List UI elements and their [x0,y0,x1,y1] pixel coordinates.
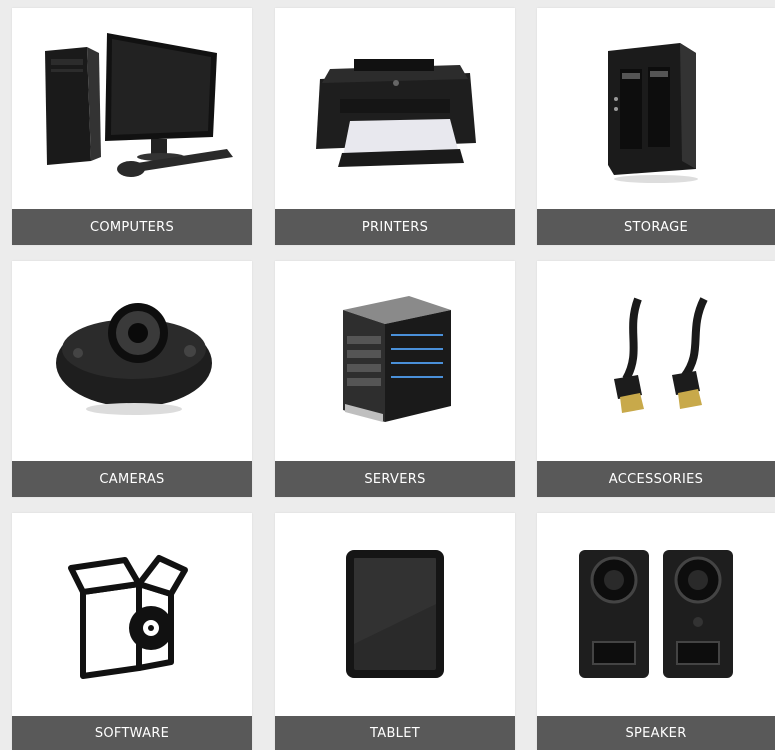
printer-icon [275,8,515,209]
category-tile-tablet[interactable]: TABLET [275,513,515,750]
category-label: ACCESSORIES [537,461,775,497]
desktop-computer-icon [12,8,252,209]
category-grid: COMPUTERS PRINTERS STORAGE CAMERAS SERVE… [0,0,775,750]
category-label: SOFTWARE [12,716,252,750]
category-tile-storage[interactable]: STORAGE [537,8,775,245]
category-label: SERVERS [275,461,515,497]
server-rack-icon [275,261,515,461]
speakers-icon [537,513,775,714]
category-label: TABLET [275,716,515,750]
category-tile-accessories[interactable]: ACCESSORIES [537,261,775,497]
tablet-icon [275,513,515,714]
category-tile-speaker[interactable]: SPEAKER [537,513,775,750]
category-tile-printers[interactable]: PRINTERS [275,8,515,245]
nas-storage-icon [537,8,775,209]
category-tile-computers[interactable]: COMPUTERS [12,8,252,245]
category-tile-software[interactable]: SOFTWARE [12,513,252,750]
category-tile-cameras[interactable]: CAMERAS [12,261,252,497]
software-box-icon [12,513,252,714]
category-label: SPEAKER [537,716,775,750]
category-label: STORAGE [537,209,775,245]
hdmi-cable-icon [537,261,775,461]
category-label: COMPUTERS [12,209,252,245]
conference-camera-icon [12,261,252,461]
category-label: CAMERAS [12,461,252,497]
category-label: PRINTERS [275,209,515,245]
category-tile-servers[interactable]: SERVERS [275,261,515,497]
